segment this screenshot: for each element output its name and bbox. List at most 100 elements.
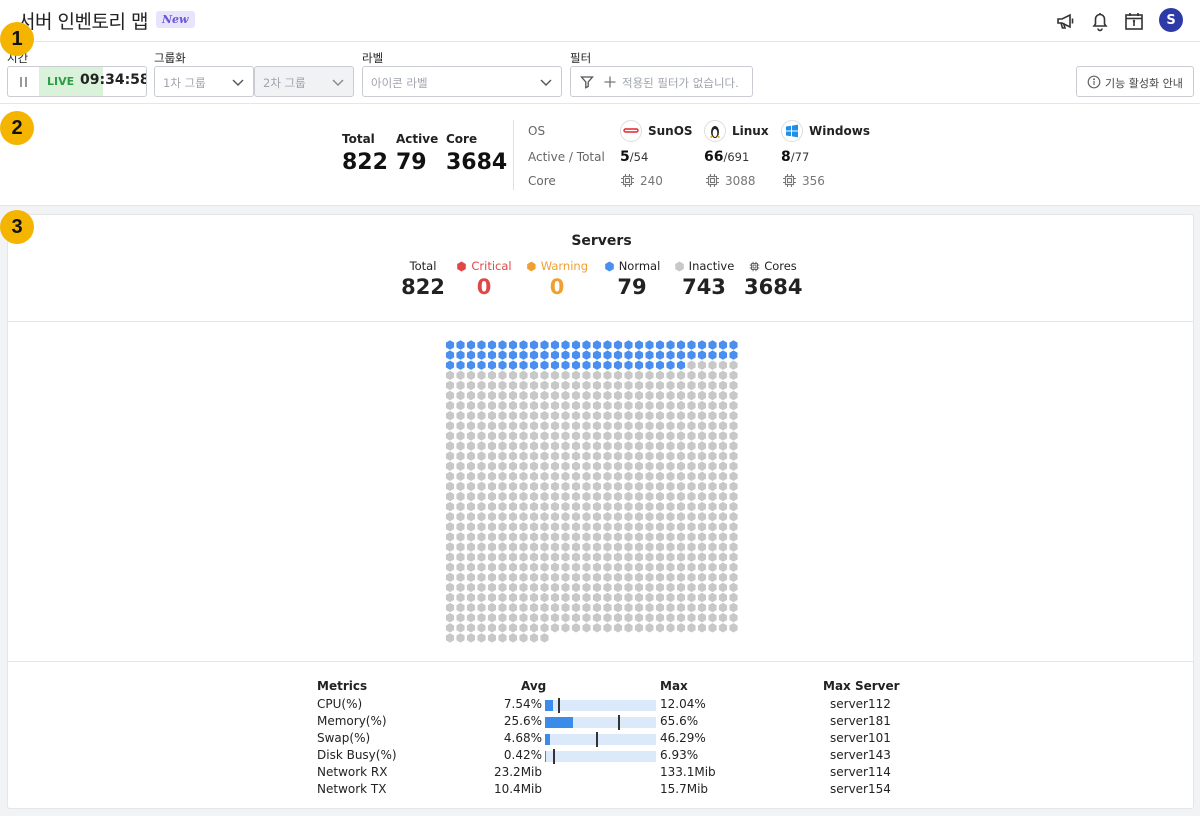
server-hex-inactive[interactable] [708, 552, 717, 562]
server-hex-inactive[interactable] [655, 602, 665, 613]
bell-icon[interactable] [1088, 9, 1112, 33]
server-hex-inactive[interactable] [498, 522, 507, 532]
server-hex-inactive[interactable] [729, 552, 738, 562]
server-hex-inactive[interactable] [613, 552, 623, 562]
server-hex-inactive[interactable] [498, 461, 507, 471]
server-hex-inactive[interactable] [456, 411, 465, 421]
server-hex-inactive[interactable] [519, 431, 528, 441]
server-hex-inactive[interactable] [550, 461, 560, 471]
server-hex-inactive[interactable] [529, 552, 539, 562]
server-hex-inactive[interactable] [697, 522, 707, 532]
server-hex-normal[interactable] [655, 350, 665, 360]
server-hex-inactive[interactable] [676, 522, 686, 532]
server-hex-inactive[interactable] [445, 633, 455, 643]
server-hex-inactive[interactable] [508, 461, 518, 471]
server-hex-inactive[interactable] [477, 390, 486, 401]
server-hex-inactive[interactable] [666, 552, 675, 562]
server-hex-inactive[interactable] [582, 491, 591, 502]
server-hex-inactive[interactable] [697, 411, 707, 421]
server-hex-normal[interactable] [708, 340, 717, 350]
server-hex-inactive[interactable] [445, 542, 455, 552]
server-hex-inactive[interactable] [540, 522, 549, 532]
server-hex-inactive[interactable] [561, 431, 570, 441]
server-hex-inactive[interactable] [666, 542, 675, 552]
server-hex-inactive[interactable] [529, 451, 539, 461]
server-hex-inactive[interactable] [561, 522, 570, 532]
server-hex-inactive[interactable] [466, 491, 476, 502]
server-hex-inactive[interactable] [676, 481, 686, 492]
server-hex-inactive[interactable] [477, 623, 486, 633]
server-hex-inactive[interactable] [445, 370, 455, 380]
server-hex-inactive[interactable] [487, 582, 497, 593]
server-hex-inactive[interactable] [487, 431, 497, 441]
server-hex-inactive[interactable] [708, 602, 717, 613]
server-hex-inactive[interactable] [645, 491, 654, 502]
server-hex-normal[interactable] [529, 340, 539, 350]
server-hex-inactive[interactable] [445, 613, 455, 623]
server-hex-normal[interactable] [582, 360, 591, 370]
server-hex-inactive[interactable] [613, 471, 623, 481]
server-hex-normal[interactable] [676, 360, 686, 370]
server-hex-inactive[interactable] [613, 582, 623, 593]
server-hex-inactive[interactable] [603, 552, 612, 562]
megaphone-icon[interactable] [1054, 9, 1078, 33]
server-hex-inactive[interactable] [508, 592, 518, 603]
server-hex-inactive[interactable] [550, 431, 560, 441]
server-hex-inactive[interactable] [487, 390, 497, 401]
server-hex-inactive[interactable] [561, 451, 570, 461]
server-hex-inactive[interactable] [624, 441, 633, 451]
server-hex-inactive[interactable] [687, 512, 696, 522]
server-hex-inactive[interactable] [508, 552, 518, 562]
server-hex-inactive[interactable] [582, 592, 591, 603]
server-hex-inactive[interactable] [676, 582, 686, 593]
server-hex-inactive[interactable] [466, 370, 476, 380]
server-hex-inactive[interactable] [592, 390, 602, 401]
server-hex-inactive[interactable] [592, 522, 602, 532]
server-hex-inactive[interactable] [645, 532, 654, 542]
server-hex-inactive[interactable] [687, 602, 696, 613]
server-hex-normal[interactable] [603, 360, 612, 370]
server-hex-inactive[interactable] [676, 542, 686, 552]
server-hex-inactive[interactable] [456, 491, 465, 502]
server-hex-inactive[interactable] [445, 431, 455, 441]
server-hex-inactive[interactable] [708, 491, 717, 502]
server-hex-inactive[interactable] [697, 421, 707, 431]
server-hex-inactive[interactable] [697, 542, 707, 552]
server-hex-inactive[interactable] [718, 522, 728, 532]
server-hex-inactive[interactable] [634, 602, 644, 613]
server-hex-inactive[interactable] [529, 623, 539, 633]
server-hex-inactive[interactable] [477, 461, 486, 471]
server-hex-inactive[interactable] [445, 390, 455, 401]
server-hex-inactive[interactable] [613, 421, 623, 431]
server-hex-inactive[interactable] [624, 491, 633, 502]
server-hex-inactive[interactable] [697, 501, 707, 512]
server-hex-inactive[interactable] [571, 370, 581, 380]
server-hex-inactive[interactable] [445, 411, 455, 421]
server-hex-inactive[interactable] [613, 532, 623, 542]
server-hex-inactive[interactable] [708, 522, 717, 532]
server-hex-normal[interactable] [676, 340, 686, 350]
server-hex-inactive[interactable] [697, 451, 707, 461]
server-hex-inactive[interactable] [582, 400, 591, 411]
server-hex-inactive[interactable] [466, 532, 476, 542]
server-hex-inactive[interactable] [708, 451, 717, 461]
server-hex-normal[interactable] [508, 340, 518, 350]
server-hex-inactive[interactable] [613, 441, 623, 451]
server-hex-normal[interactable] [718, 350, 728, 360]
server-hex-inactive[interactable] [729, 360, 738, 370]
server-hex-inactive[interactable] [697, 562, 707, 572]
server-hex-normal[interactable] [634, 350, 644, 360]
server-hex-inactive[interactable] [498, 582, 507, 593]
server-hex-inactive[interactable] [487, 623, 497, 633]
server-hex-inactive[interactable] [676, 421, 686, 431]
server-hex-inactive[interactable] [708, 582, 717, 593]
server-hex-inactive[interactable] [571, 390, 581, 401]
server-hex-normal[interactable] [561, 340, 570, 350]
server-hex-normal[interactable] [571, 350, 581, 360]
server-hex-normal[interactable] [666, 360, 675, 370]
server-hex-inactive[interactable] [634, 471, 644, 481]
server-hex-inactive[interactable] [550, 421, 560, 431]
server-hex-inactive[interactable] [519, 411, 528, 421]
server-hex-normal[interactable] [624, 350, 633, 360]
server-hex-inactive[interactable] [655, 623, 665, 633]
